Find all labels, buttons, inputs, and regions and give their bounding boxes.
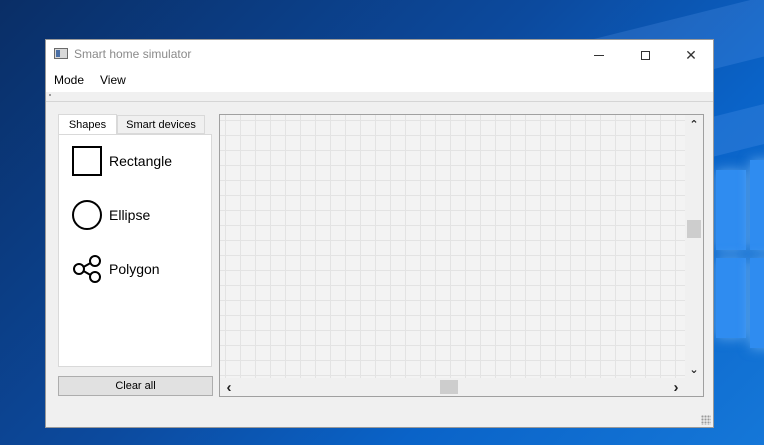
- minimize-icon: [594, 54, 604, 56]
- shape-item-ellipse[interactable]: Ellipse: [71, 199, 201, 231]
- horizontal-scrollbar[interactable]: ‹ ›: [220, 378, 685, 396]
- clear-all-button[interactable]: Clear all: [58, 376, 213, 396]
- toolbar-grip[interactable]: [49, 94, 51, 96]
- maximize-button[interactable]: [622, 40, 668, 70]
- toolbar-area: [46, 92, 713, 102]
- horizontal-scroll-thumb[interactable]: [440, 380, 458, 394]
- close-button[interactable]: ✕: [668, 40, 714, 70]
- polygon-icon: [71, 253, 103, 285]
- ellipse-icon: [71, 199, 103, 231]
- menu-view[interactable]: View: [100, 73, 126, 87]
- scroll-up-icon[interactable]: ⌃: [685, 115, 703, 133]
- shape-label-ellipse: Ellipse: [109, 207, 151, 223]
- shape-item-rectangle[interactable]: Rectangle: [71, 145, 201, 177]
- maximize-icon: [640, 50, 650, 60]
- rectangle-icon: [71, 145, 103, 177]
- scroll-corner: [685, 378, 703, 396]
- menu-bar: Mode View: [46, 70, 713, 92]
- tab-shapes[interactable]: Shapes: [58, 114, 117, 134]
- shapes-panel: Rectangle Ellipse Polygon: [58, 134, 212, 367]
- scroll-right-icon[interactable]: ›: [667, 378, 685, 396]
- canvas-scroll-area: ⌃ ⌄ ‹ ›: [219, 114, 704, 397]
- menu-mode[interactable]: Mode: [54, 73, 84, 87]
- scroll-left-icon[interactable]: ‹: [220, 378, 238, 396]
- vertical-scroll-thumb[interactable]: [687, 220, 701, 238]
- shape-label-rectangle: Rectangle: [109, 153, 173, 169]
- title-bar[interactable]: Smart home simulator ✕: [46, 40, 713, 70]
- vertical-scrollbar[interactable]: ⌃ ⌄: [685, 115, 703, 378]
- close-icon: ✕: [685, 46, 697, 63]
- app-icon: [54, 48, 68, 59]
- app-window: Smart home simulator ✕ Mode View Shapes …: [45, 39, 714, 428]
- window-title: Smart home simulator: [74, 47, 192, 61]
- tab-smart-devices[interactable]: Smart devices: [117, 115, 205, 134]
- windows-logo: [708, 130, 764, 445]
- scroll-down-icon[interactable]: ⌄: [685, 360, 703, 378]
- drawing-canvas[interactable]: [220, 115, 685, 378]
- shape-item-polygon[interactable]: Polygon: [71, 253, 201, 285]
- resize-grip-icon[interactable]: [701, 415, 711, 425]
- shape-label-polygon: Polygon: [109, 261, 160, 277]
- minimize-button[interactable]: [576, 40, 622, 70]
